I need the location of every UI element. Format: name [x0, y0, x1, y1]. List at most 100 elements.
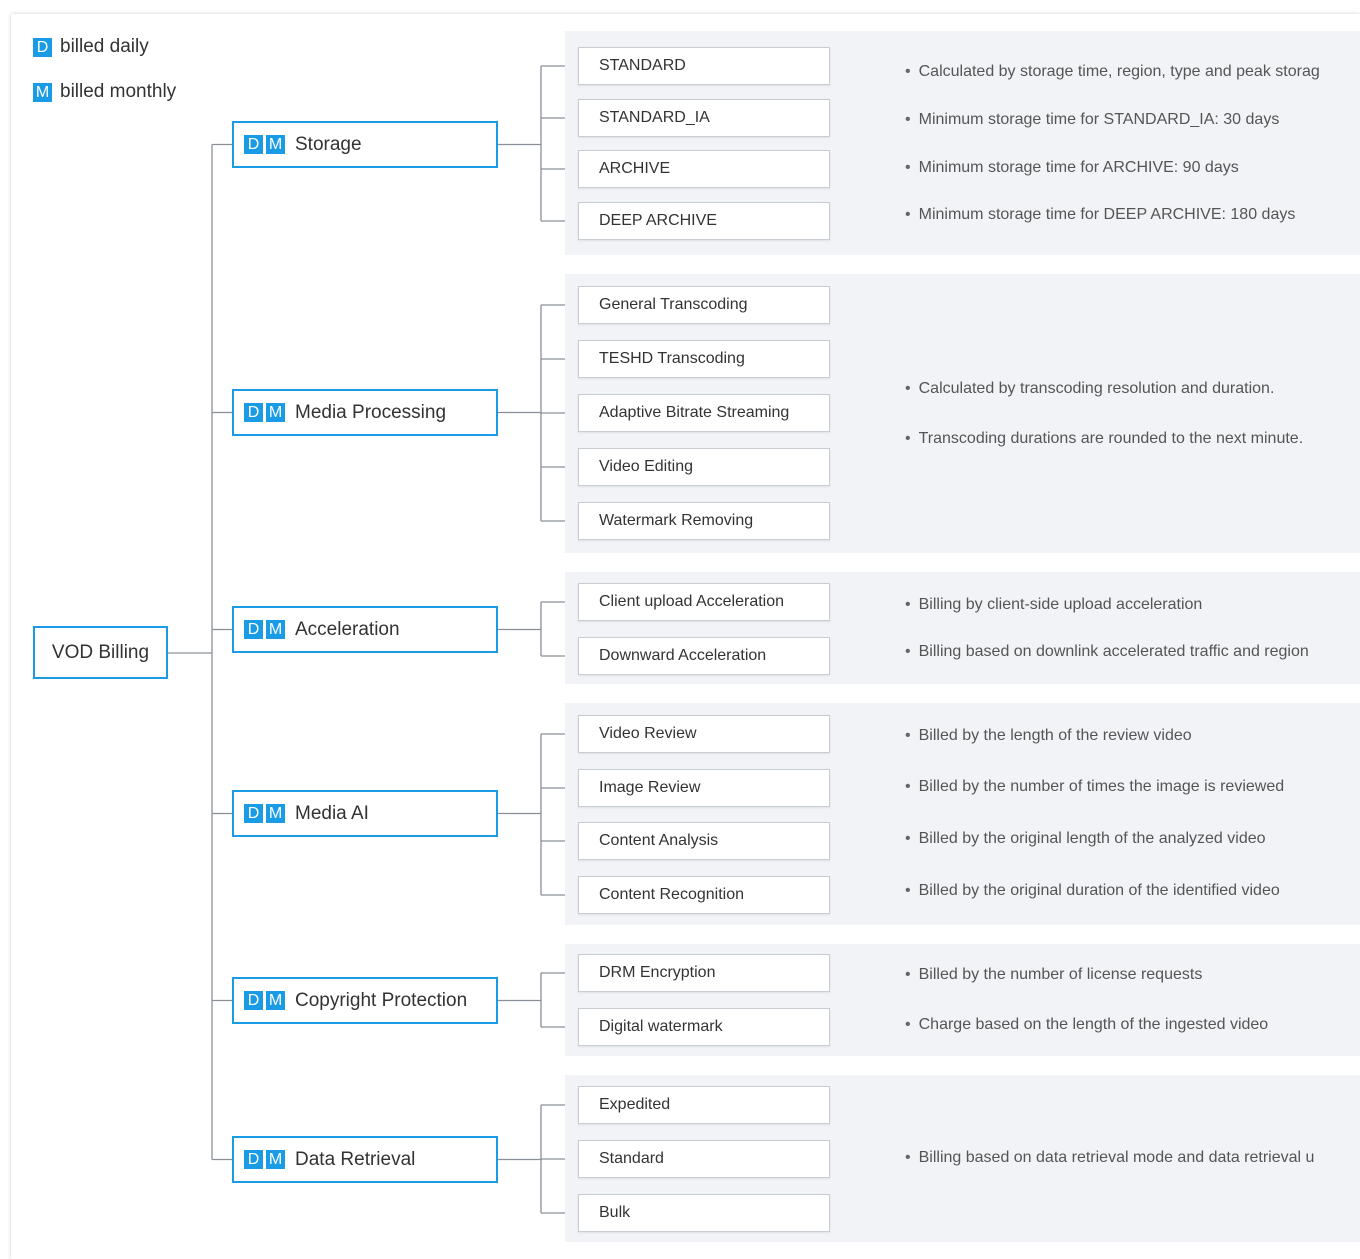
bullet-icon: • — [905, 159, 911, 176]
item-node: DRM Encryption — [578, 954, 830, 992]
item-node: Adaptive Bitrate Streaming — [578, 394, 830, 432]
monthly-badge-icon: M — [266, 991, 285, 1010]
bullet-icon: • — [905, 778, 911, 795]
bullet-icon: • — [905, 206, 911, 223]
item-node: Content Recognition — [578, 876, 830, 914]
bullet-icon: • — [905, 430, 911, 447]
item-node: DEEP ARCHIVE — [578, 202, 830, 240]
note-label: Calculated by storage time, region, type… — [918, 63, 1320, 80]
bullet-icon: • — [905, 380, 911, 397]
category-label: Copyright Protection — [295, 989, 468, 1011]
item-node: Bulk — [578, 1194, 830, 1232]
item-node: Standard — [578, 1140, 830, 1178]
note-label: Billed by the original duration of the i… — [918, 882, 1280, 899]
note-text: • Charge based on the length of the inges… — [905, 1016, 1268, 1034]
note-label: Billing by client-side upload accelerati… — [918, 596, 1203, 613]
legend-daily: D billed daily — [33, 36, 149, 58]
item-node: Video Review — [578, 715, 830, 753]
category-label: Media Processing — [295, 401, 447, 423]
bullet-icon: • — [905, 830, 911, 847]
item-node: Downward Acceleration — [578, 637, 830, 675]
note-label: Minimum storage time for DEEP ARCHIVE: 1… — [918, 206, 1296, 223]
category-media-ai: D M Media AI — [232, 790, 498, 837]
monthly-badge-icon: M — [266, 804, 285, 823]
note-text: • Billed by the number of times the image… — [905, 778, 1284, 796]
category-copyright-protection: D M Copyright Protection — [232, 977, 498, 1024]
category-label: Data Retrieval — [295, 1148, 416, 1170]
daily-badge-icon: D — [244, 804, 263, 823]
bullet-icon: • — [905, 1016, 911, 1033]
daily-badge-icon: D — [244, 403, 263, 422]
legend-monthly: M billed monthly — [33, 81, 176, 103]
category-label: Storage — [295, 133, 362, 155]
item-node: Watermark Removing — [578, 502, 830, 540]
item-node: STANDARD — [578, 47, 830, 85]
bullet-icon: • — [905, 966, 911, 983]
note-label: Billing based on downlink accelerated tr… — [918, 643, 1309, 660]
note-text: • Minimum storage time for DEEP ARCHIVE: … — [905, 206, 1295, 224]
note-text: • Billing based on downlink accelerated t… — [905, 643, 1309, 661]
monthly-badge-icon: M — [266, 135, 285, 154]
category-media-processing: D M Media Processing — [232, 389, 498, 436]
note-label: Calculated by transcoding resolution and… — [918, 380, 1275, 397]
daily-badge-icon: D — [33, 37, 52, 57]
bullet-icon: • — [905, 596, 911, 613]
category-label: Media AI — [295, 802, 369, 824]
item-node: General Transcoding — [578, 286, 830, 324]
bullet-icon: • — [905, 643, 911, 660]
note-text: • Billed by the original length of the an… — [905, 830, 1266, 848]
bullet-icon: • — [905, 63, 911, 80]
note-label: Billed by the length of the review video — [918, 727, 1192, 744]
item-node: Expedited — [578, 1086, 830, 1124]
daily-badge-icon: D — [244, 135, 263, 154]
daily-badge-icon: D — [244, 1150, 263, 1169]
note-label: Minimum storage time for STANDARD_IA: 30… — [918, 111, 1280, 128]
item-node: TESHD Transcoding — [578, 340, 830, 378]
billing-badges: DM — [244, 403, 288, 422]
legend-daily-label: billed daily — [60, 36, 149, 57]
item-node: Client upload Acceleration — [578, 583, 830, 621]
category-acceleration: D M Acceleration — [232, 606, 498, 653]
category-storage: D M Storage — [232, 121, 498, 168]
billing-badges: DM — [244, 804, 288, 823]
item-node: Content Analysis — [578, 822, 830, 860]
daily-badge-icon: D — [244, 991, 263, 1010]
note-label: Billed by the number of times the image … — [918, 778, 1285, 795]
note-label: Charge based on the length of the ingest… — [918, 1016, 1269, 1033]
category-data-retrieval: D M Data Retrieval — [232, 1136, 498, 1183]
item-node: STANDARD_IA — [578, 99, 830, 137]
note-text: • Billed by the length of the review vide… — [905, 727, 1192, 745]
note-text: • Calculated by storage time, region, typ… — [905, 63, 1320, 81]
item-node: Digital watermark — [578, 1008, 830, 1046]
note-text: • Billing by client-side upload accelerat… — [905, 596, 1202, 614]
note-label: Minimum storage time for ARCHIVE: 90 day… — [918, 159, 1239, 176]
note-label: Billed by the original length of the ana… — [918, 830, 1266, 847]
category-label: Acceleration — [295, 618, 400, 640]
item-node: Video Editing — [578, 448, 830, 486]
note-text: • Calculated by transcoding resolution an… — [905, 380, 1274, 398]
bullet-icon: • — [905, 111, 911, 128]
billing-badges: DM — [244, 991, 288, 1010]
item-node: Image Review — [578, 769, 830, 807]
billing-badges: DM — [244, 135, 288, 154]
monthly-badge-icon: M — [266, 403, 285, 422]
bullet-icon: • — [905, 1149, 911, 1166]
bullet-icon: • — [905, 882, 911, 899]
monthly-badge-icon: M — [266, 620, 285, 639]
legend-monthly-label: billed monthly — [60, 81, 177, 102]
note-text: • Minimum storage time for STANDARD_IA: 3… — [905, 111, 1279, 129]
note-text: • Transcoding durations are rounded to th… — [905, 430, 1303, 448]
daily-badge-icon: D — [244, 620, 263, 639]
note-label: Billed by the number of license requests — [918, 966, 1203, 983]
billing-diagram: D billed daily M billed monthly VOD Bill… — [0, 0, 1360, 1259]
note-text: • Billing based on data retrieval mode an… — [905, 1149, 1314, 1167]
monthly-badge-icon: M — [266, 1150, 285, 1169]
note-label: Transcoding durations are rounded to the… — [918, 430, 1304, 447]
billing-badges: DM — [244, 620, 288, 639]
monthly-badge-icon: M — [33, 82, 52, 102]
billing-badges: DM — [244, 1150, 288, 1169]
note-label: Billing based on data retrieval mode and… — [918, 1149, 1315, 1166]
note-text: • Minimum storage time for ARCHIVE: 90 da… — [905, 159, 1239, 177]
note-text: • Billed by the original duration of the … — [905, 882, 1280, 900]
note-text: • Billed by the number of license request… — [905, 966, 1202, 984]
